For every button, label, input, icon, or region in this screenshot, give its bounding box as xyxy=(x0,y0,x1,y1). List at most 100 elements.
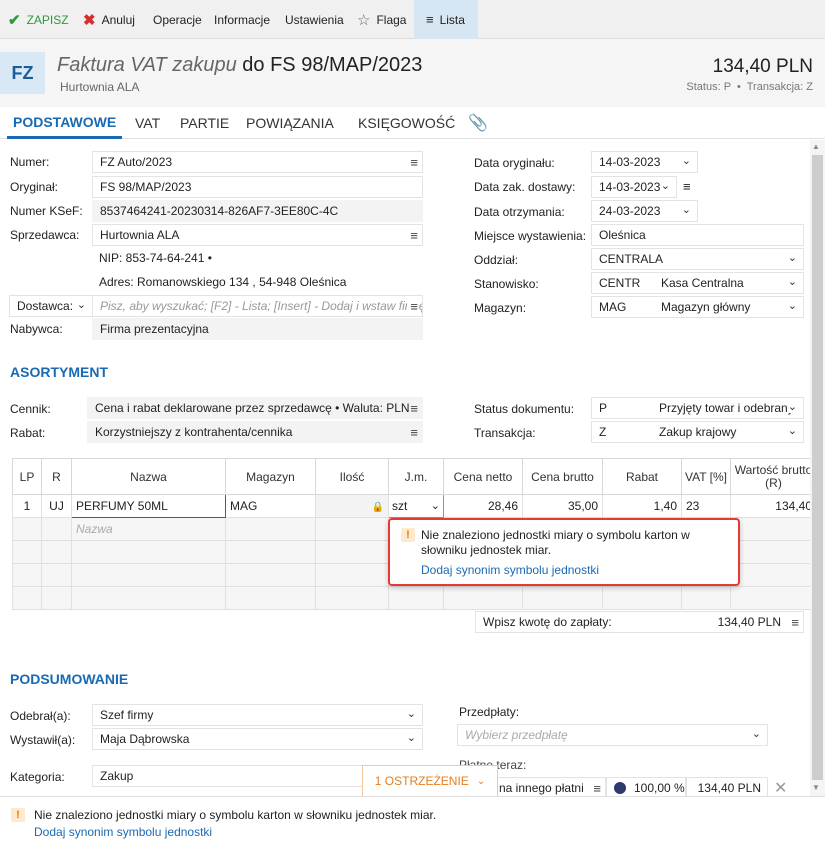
tab-podstawowe[interactable]: PODSTAWOWE xyxy=(7,107,123,139)
oryginal-field[interactable]: FS 98/MAP/2023 xyxy=(92,176,423,198)
chevron-down-icon: ⌄ xyxy=(787,400,797,413)
cennik-field[interactable]: Cena i rabat deklarowane przez sprzedawc… xyxy=(87,397,423,419)
chevron-down-icon[interactable]: ⌄ xyxy=(682,154,691,167)
numer-label: Numer: xyxy=(10,155,50,169)
list-button[interactable]: ≡ Lista xyxy=(414,0,478,39)
tab-vat[interactable]: VAT xyxy=(135,107,160,139)
save-button[interactable]: ✔ ZAPISZ xyxy=(8,0,69,39)
table-row[interactable]: 1 UJ PERFUMY 50ML MAG 🔒 szt ⌄ 28,46 35,00… xyxy=(12,494,817,518)
cell-jm[interactable]: szt ⌄ xyxy=(388,494,444,518)
tab-powiazania[interactable]: POWIĄZANIA xyxy=(246,107,334,139)
circle-icon xyxy=(614,782,626,794)
kwota-do-zaplaty[interactable]: Wpisz kwotę do zapłaty: 134,40 PLN ≡ xyxy=(475,611,804,633)
remove-icon[interactable]: ✕ xyxy=(774,778,787,798)
chevron-down-icon[interactable]: ⌄ xyxy=(661,179,670,192)
col-ilosc[interactable]: Ilość xyxy=(315,458,389,495)
cell-vat[interactable]: 23 xyxy=(681,494,731,518)
magazyn-select[interactable]: MAG Magazyn główny ⌄ xyxy=(591,296,804,318)
numer-field[interactable]: FZ Auto/2023 ≡ xyxy=(92,151,423,173)
scroll-up-icon[interactable]: ▲ xyxy=(812,142,820,151)
transakcja-select[interactable]: Z Zakup krajowy ⌄ xyxy=(591,421,804,443)
sprzedawca-label: Sprzedawca: xyxy=(10,228,80,242)
new-item-input[interactable]: Nazwa xyxy=(71,517,226,541)
cell-lp: 1 xyxy=(12,494,42,518)
tab-bar: PODSTAWOWE VAT PARTIE POWIĄZANIA KSIĘGOW… xyxy=(0,107,825,139)
chevron-down-icon[interactable]: ⌄ xyxy=(431,499,440,512)
cell-magazyn[interactable]: MAG xyxy=(225,494,316,518)
list-icon[interactable]: ≡ xyxy=(407,299,418,314)
data-oryginalu-field[interactable]: 14-03-2023 ⌄ xyxy=(591,151,698,173)
kategoria-field[interactable]: Zakup xyxy=(92,765,362,787)
magazyn-label: Magazyn: xyxy=(474,301,527,315)
cell-nazwa[interactable]: PERFUMY 50ML xyxy=(71,494,226,518)
col-rabat[interactable]: Rabat xyxy=(602,458,682,495)
scrollbar-thumb[interactable] xyxy=(812,155,823,780)
status-dokumentu-select[interactable]: P Przyjęty towar i odebrany ⌄ xyxy=(591,397,804,419)
rabat-label: Rabat: xyxy=(10,426,46,440)
col-wartosc-brutto[interactable]: Wartość brutto (R) xyxy=(730,458,817,495)
chevron-down-icon: ⌄ xyxy=(787,425,797,437)
odebral-select[interactable]: Szef firmy ⌄ xyxy=(92,704,423,726)
miejsce-label: Miejsce wystawienia: xyxy=(474,229,587,243)
chevron-down-icon: ⌄ xyxy=(751,728,761,740)
sprzedawca-field[interactable]: Hurtownia ALA ≡ xyxy=(92,224,423,246)
add-synonym-link[interactable]: Dodaj synonim symbolu jednostki xyxy=(34,825,212,839)
operations-menu[interactable]: Operacje xyxy=(153,0,202,39)
list-icon[interactable]: ≡ xyxy=(791,615,799,630)
address-text: Adres: Romanowskiego 134 , 54-948 Oleśni… xyxy=(99,275,347,289)
chevron-down-icon: ⌄ xyxy=(76,299,86,311)
paperclip-icon[interactable]: 📎 xyxy=(468,107,488,139)
col-r[interactable]: R xyxy=(41,458,72,495)
close-icon: ✖ xyxy=(83,11,96,29)
chevron-down-icon[interactable]: ⌄ xyxy=(682,203,691,216)
cell-wartosc: 134,40 xyxy=(730,494,817,518)
cell-cena-netto[interactable]: 28,46 xyxy=(443,494,523,518)
rabat-field[interactable]: Korzystniejszy z kontrahenta/cennika ≡ xyxy=(87,421,423,443)
nabywca-label: Nabywca: xyxy=(10,322,63,336)
odebral-label: Odebrał(a): xyxy=(10,709,71,723)
cell-cena-brutto[interactable]: 35,00 xyxy=(522,494,603,518)
miejsce-field[interactable]: Oleśnica xyxy=(591,224,804,246)
list-icon[interactable]: ≡ xyxy=(410,425,418,440)
col-nazwa[interactable]: Nazwa xyxy=(71,458,226,495)
cell-rabat[interactable]: 1,40 xyxy=(602,494,682,518)
info-menu[interactable]: Informacje xyxy=(214,0,270,39)
asortyment-heading: ASORTYMENT xyxy=(10,364,108,380)
stanowisko-select[interactable]: CENTR Kasa Centralna ⌄ xyxy=(591,272,804,294)
przedplaty-label: Przedpłaty: xyxy=(459,705,520,719)
data-otrzymania-field[interactable]: 24-03-2023 ⌄ xyxy=(591,200,698,222)
ksef-label: Numer KSeF: xyxy=(10,204,83,218)
przedplaty-select[interactable]: Wybierz przedpłatę ⌄ xyxy=(457,724,768,746)
col-magazyn[interactable]: Magazyn xyxy=(225,458,316,495)
dostawca-input[interactable]: Pisz, aby wyszukać; [F2] - Lista; [Inser… xyxy=(92,295,423,317)
page-title: Faktura VAT zakupu do FS 98/MAP/2023 xyxy=(57,54,423,76)
wystawil-select[interactable]: Maja Dąbrowska ⌄ xyxy=(92,728,423,750)
col-vat[interactable]: VAT [%] xyxy=(681,458,731,495)
oddzial-label: Oddział: xyxy=(474,253,519,267)
transakcja-label: Transakcja: xyxy=(474,426,536,440)
cell-ilosc[interactable]: 🔒 xyxy=(315,494,389,518)
cancel-button[interactable]: ✖ Anuluj xyxy=(83,0,135,39)
list-icon[interactable]: ≡ xyxy=(683,179,691,194)
table-row-empty xyxy=(12,586,817,610)
list-icon[interactable]: ≡ xyxy=(410,155,418,170)
unit-warning-popup: ! Nie znaleziono jednostki miary o symbo… xyxy=(388,518,740,586)
tab-partie[interactable]: PARTIE xyxy=(180,107,229,139)
list-icon[interactable]: ≡ xyxy=(593,781,601,796)
list-icon[interactable]: ≡ xyxy=(410,228,418,243)
oddzial-select[interactable]: CENTRALA ⌄ xyxy=(591,248,804,270)
dostawca-select[interactable]: Dostawca: ⌄ xyxy=(9,295,93,317)
add-synonym-link[interactable]: Dodaj synonim symbolu jednostki xyxy=(421,563,599,577)
col-jm[interactable]: J.m. xyxy=(388,458,444,495)
list-icon[interactable]: ≡ xyxy=(410,401,418,416)
col-cena-brutto[interactable]: Cena brutto xyxy=(522,458,603,495)
warnings-tab[interactable]: 1 OSTRZEŻENIE ⌄ xyxy=(362,765,498,796)
scroll-down-icon[interactable]: ▼ xyxy=(812,783,820,792)
col-cena-netto[interactable]: Cena netto xyxy=(443,458,523,495)
col-lp[interactable]: LP xyxy=(12,458,42,495)
tab-ksiegowosc[interactable]: KSIĘGOWOŚĆ xyxy=(358,107,455,139)
nip-text: NIP: 853-74-64-241 • xyxy=(99,251,212,265)
settings-menu[interactable]: Ustawienia xyxy=(285,0,344,39)
data-zak-dostawy-field[interactable]: 14-03-2023 ⌄ xyxy=(591,176,677,198)
flag-button[interactable]: ☆ Flaga xyxy=(357,0,406,39)
